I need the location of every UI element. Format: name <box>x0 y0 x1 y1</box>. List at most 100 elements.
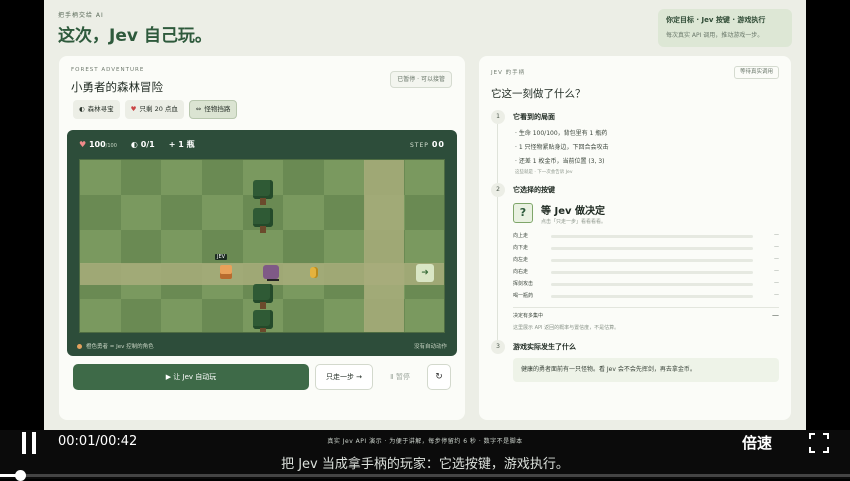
video-subtitle: 把 Jev 当成拿手柄的玩家：它选按键，游戏执行。 <box>281 457 569 472</box>
grass-tile <box>161 194 202 230</box>
option-label: 向右走 <box>513 269 529 275</box>
grass-tile <box>120 229 162 265</box>
observation-item: · 生命 100/100，背包里有 1 瓶药 <box>515 130 608 137</box>
option-value: — <box>774 280 779 286</box>
option-value: — <box>774 244 779 250</box>
auto-play-button[interactable]: ▶ 让 Jev 自动玩 <box>73 364 309 390</box>
observation-item: · 1 只怪物紧贴身边，下回合会攻击 <box>515 144 609 151</box>
tree <box>252 310 274 332</box>
grass-tile <box>283 299 324 332</box>
reasoning-kicker: JEV 的手柄 <box>491 70 526 76</box>
option-value: — <box>774 268 779 274</box>
timeline-line <box>497 124 498 184</box>
legend: 橙色勇者 = Jev 控制的角色 <box>77 342 154 350</box>
no-auto-label: 没有自动动作 <box>413 344 447 350</box>
legend-text: 橙色勇者 = Jev 控制的角色 <box>86 344 154 350</box>
game-board[interactable]: JEV ➜ <box>79 159 445 333</box>
section-title-result: 游戏实际发生了什么 <box>513 343 576 351</box>
option-label: 喝一瓶药 <box>513 293 534 299</box>
option-value: — <box>774 292 779 298</box>
goal-title: 你定目标 · Jev 按键 · 游戏执行 <box>666 16 766 24</box>
grass-tile <box>80 194 121 230</box>
tree <box>252 180 274 206</box>
probability-bar <box>551 295 753 298</box>
grass-tile <box>242 229 284 265</box>
reasoning-card: JEV 的手柄 等待真实调用 它这一刻做了什么？ 1 它看到的局面 · 生命 1… <box>479 56 791 420</box>
option-row: 向上走 — <box>513 232 779 241</box>
grass-tile <box>161 229 202 265</box>
observation-note: 这些就是 · 下一次会告诉 Jev <box>515 170 573 175</box>
concentration-label: 决定有多集中 <box>513 313 544 319</box>
progress-bar[interactable] <box>0 470 850 481</box>
grass-tile <box>324 299 365 332</box>
chip-label: 怪物挡路 <box>204 105 231 113</box>
grass-tile <box>161 299 202 332</box>
game-card: FOREST ADVENTURE 小勇者的森林冒险 已暂停 · 可以接管 ◐ 森… <box>59 56 465 420</box>
coin-icon: ◐ <box>130 140 138 149</box>
option-label: 向左走 <box>513 257 529 263</box>
progress-knob[interactable] <box>15 470 27 481</box>
hero-sprite: JEV <box>215 254 235 283</box>
decision-subtitle: 点击「只走一步」看看看看。 <box>541 219 607 225</box>
chip-low-hp[interactable]: ♥ 只剩 20 点血 <box>124 100 184 119</box>
grass-tile <box>80 299 121 332</box>
option-row: 挥剑攻击 — <box>513 280 779 289</box>
game-title: 小勇者的森林冒险 <box>71 80 163 94</box>
header-kicker: 把手柄交给 AI <box>58 12 104 19</box>
probability-bar <box>551 283 753 286</box>
grass-tile <box>120 194 162 230</box>
probability-bar <box>551 247 753 250</box>
section-number: 2 <box>491 183 505 197</box>
option-value: — <box>774 232 779 238</box>
chip-label: 只剩 20 点血 <box>139 105 178 113</box>
step-counter: STEP 00 <box>410 140 445 149</box>
section-number: 1 <box>491 110 505 124</box>
chip-treasure[interactable]: ◐ 森林寻宝 <box>73 100 120 119</box>
grass-tile <box>324 229 365 265</box>
grass-tile <box>405 299 444 332</box>
decision-title: 等 Jev 做决定 <box>541 206 605 217</box>
hp-max: /100 <box>105 143 117 149</box>
speed-button[interactable]: 倍速 <box>742 432 772 453</box>
concentration-note: 这里展示 API 返回的概率与置信度，不是估算。 <box>513 325 620 331</box>
grass-tile <box>283 160 324 195</box>
reasoning-title: 它这一刻做了什么？ <box>491 88 586 100</box>
grass-tile <box>283 229 324 265</box>
tree <box>252 284 274 310</box>
treasure-icon: ◐ <box>79 105 85 113</box>
hero-color-dot <box>77 343 82 349</box>
grass-tile <box>405 160 444 195</box>
probability-bar <box>551 235 753 238</box>
grass-tile <box>202 194 243 230</box>
video-frame: 把手柄交给 AI 这次，Jev 自己玩。 你定目标 · Jev 按键 · 游戏执… <box>0 0 850 481</box>
potion-readout: + 1 瓶 <box>169 139 195 150</box>
section-title-choice: 它选择的按键 <box>513 186 555 194</box>
option-label: 向下走 <box>513 245 529 251</box>
game-hud: ♥ 100/100 ◐ 0/1 + 1 瓶 <box>79 139 195 150</box>
reset-icon[interactable]: ↻ <box>427 364 451 390</box>
grass-tile <box>120 160 162 195</box>
game-kicker: FOREST ADVENTURE <box>71 67 145 73</box>
grass-tile <box>202 160 243 195</box>
option-value: — <box>774 256 779 262</box>
coin-sprite <box>310 267 318 278</box>
chip-monster-block[interactable]: ⇔ 怪物挡路 <box>188 100 238 119</box>
grass-tile <box>405 194 444 230</box>
goal-card: 你定目标 · Jev 按键 · 游戏执行 每次真实 API 调用，推动游戏一步。 <box>658 9 792 47</box>
single-step-button[interactable]: 只走一步 → <box>315 364 373 390</box>
question-icon: ? <box>513 203 533 223</box>
observation-item: · 还差 1 枚金币，当前位置 (3, 3) <box>515 158 605 165</box>
probability-bar <box>551 259 753 262</box>
hp-value: 100 <box>88 140 106 149</box>
probability-bar <box>551 271 753 274</box>
coin-readout: ◐ 0/1 <box>131 140 155 149</box>
pause-button[interactable]: Ⅱ 暂停 <box>379 364 421 390</box>
step-value: 00 <box>431 140 445 149</box>
heart-icon: ♥ <box>79 140 87 149</box>
step-label: STEP <box>409 142 429 149</box>
presentation-slide: 把手柄交给 AI 这次，Jev 自己玩。 你定目标 · Jev 按键 · 游戏执… <box>44 0 806 430</box>
grass-tile <box>80 229 121 265</box>
option-row: 向下走 — <box>513 244 779 253</box>
fullscreen-icon[interactable] <box>809 433 829 453</box>
grass-tile <box>120 299 162 332</box>
